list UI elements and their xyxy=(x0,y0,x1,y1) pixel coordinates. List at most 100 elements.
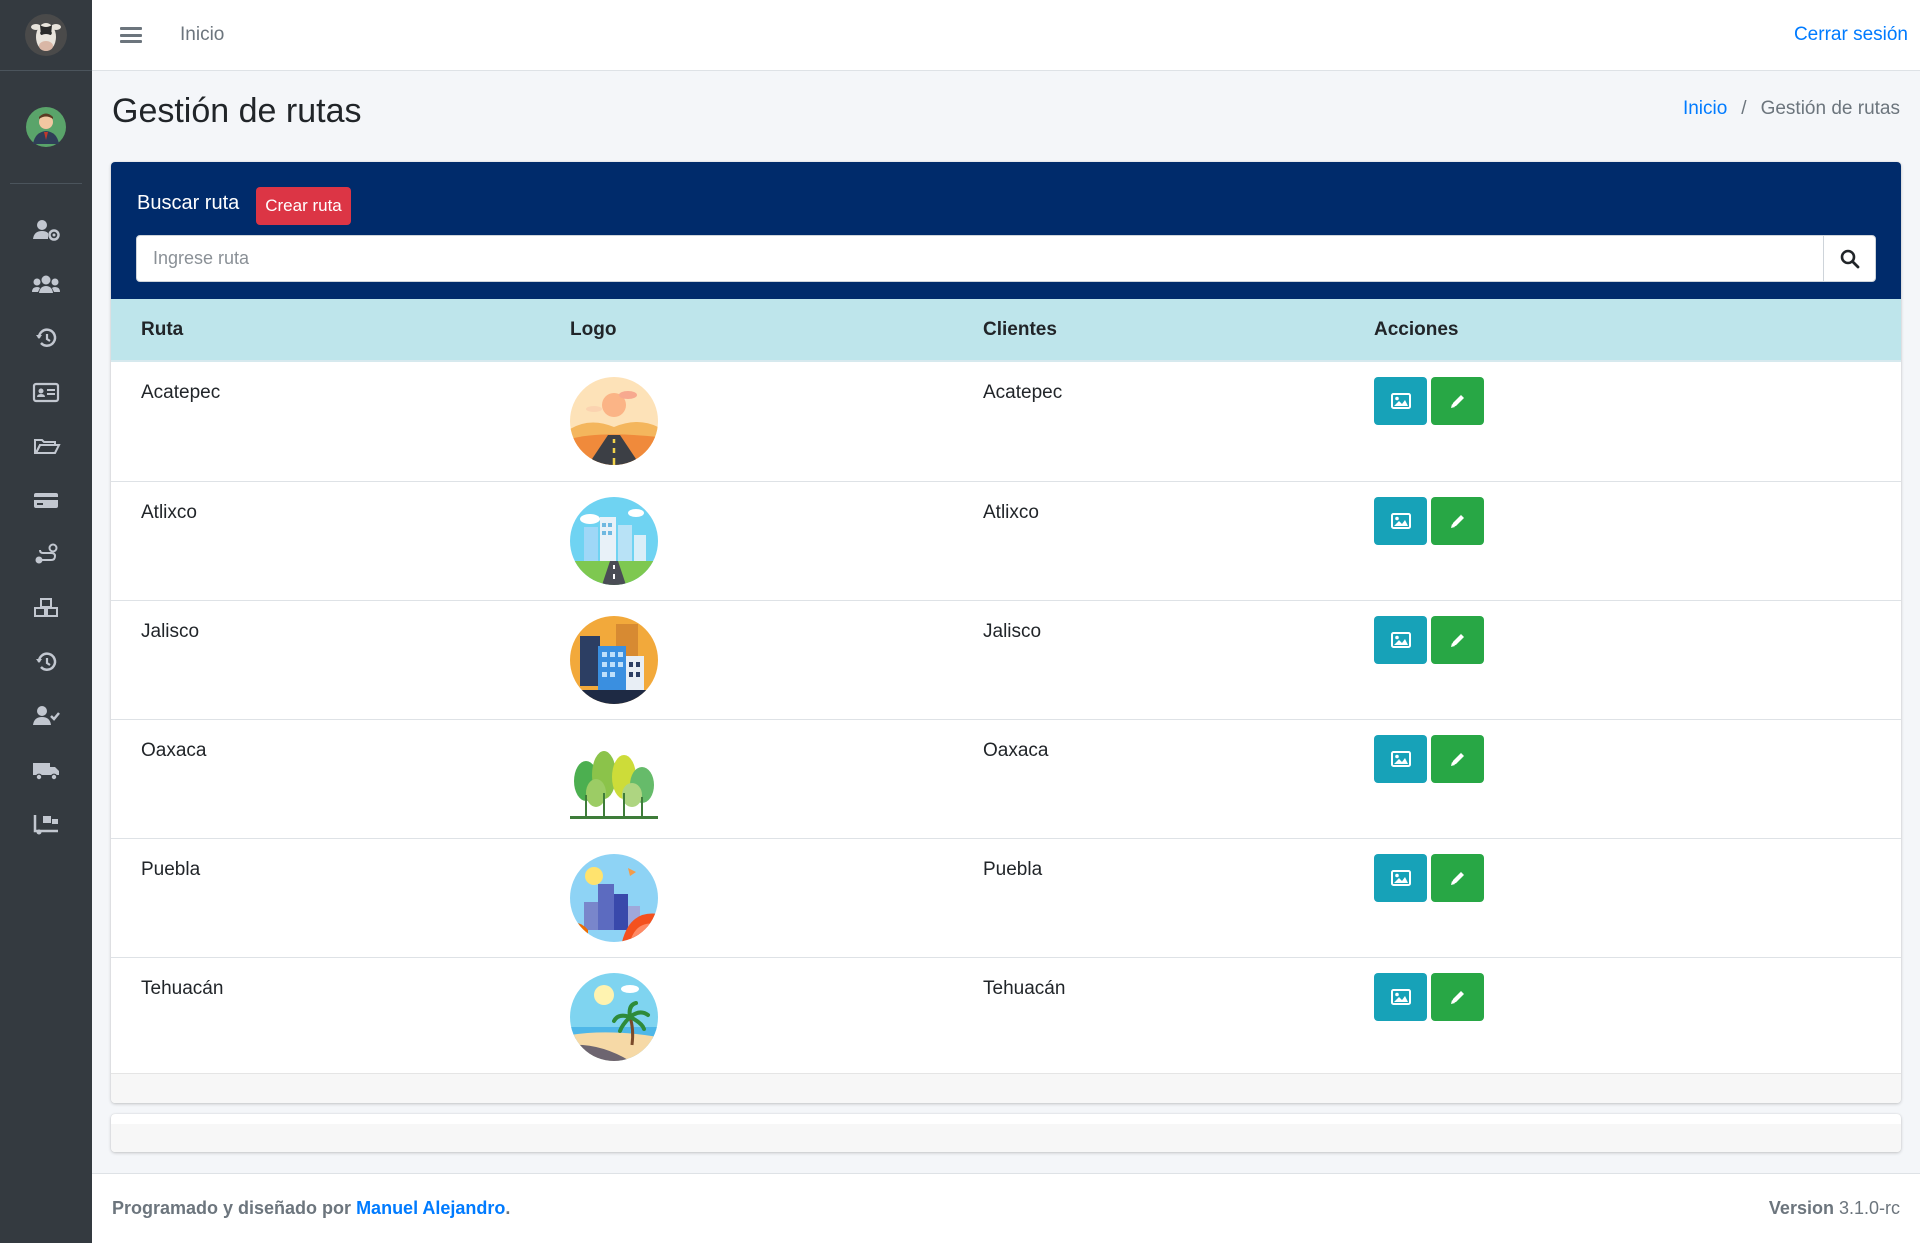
cell-clientes: Acatepec xyxy=(983,382,1063,403)
table-row: Jalisco Jalisco xyxy=(111,600,1901,719)
image-button[interactable] xyxy=(1374,616,1427,664)
breadcrumb: Inicio / Gestión de rutas xyxy=(1683,98,1900,120)
pencil-icon xyxy=(1450,395,1464,408)
credit-card-icon xyxy=(34,493,58,508)
table-header: Ruta Logo Clientes Acciones xyxy=(111,299,1901,362)
breadcrumb-separator: / xyxy=(1741,98,1747,119)
search-button[interactable] xyxy=(1823,236,1875,281)
row-actions xyxy=(1374,377,1484,425)
cell-clientes: Jalisco xyxy=(983,621,1042,642)
cell-ruta: Tehuacán xyxy=(141,978,224,999)
cell-clientes: Tehuacán xyxy=(983,978,1066,999)
logout-link[interactable]: Cerrar sesión xyxy=(1794,24,1908,46)
table-row: Oaxaca Oaxaca xyxy=(111,719,1901,838)
column-header-ruta[interactable]: Ruta xyxy=(141,319,183,341)
id-card-icon xyxy=(32,382,60,403)
road-sunset-logo-icon xyxy=(570,377,658,465)
create-route-button[interactable]: Crear ruta xyxy=(256,187,351,225)
image-icon xyxy=(1390,513,1411,529)
row-actions xyxy=(1374,497,1484,545)
edit-button[interactable] xyxy=(1431,735,1484,783)
brand-logo[interactable] xyxy=(0,0,92,71)
search-icon xyxy=(1840,249,1859,268)
sidebar-item-history-2[interactable] xyxy=(0,635,92,689)
footer-version: Version 3.1.0-rc xyxy=(1769,1198,1900,1219)
cell-clientes: Oaxaca xyxy=(983,740,1049,761)
column-header-acciones[interactable]: Acciones xyxy=(1374,319,1458,341)
image-icon xyxy=(1390,393,1411,409)
sidebar-item-id-card[interactable] xyxy=(0,365,92,419)
users-cog-icon xyxy=(33,220,60,241)
buildings-logo-icon xyxy=(570,616,658,704)
column-header-clientes[interactable]: Clientes xyxy=(983,319,1057,341)
sidebar-item-credit-card[interactable] xyxy=(0,473,92,527)
footer-prefix: Programado y diseñado por xyxy=(112,1198,352,1218)
image-icon xyxy=(1390,989,1411,1005)
image-button[interactable] xyxy=(1374,377,1427,425)
page-title: Gestión de rutas xyxy=(112,92,362,130)
table-row: Puebla Puebla xyxy=(111,838,1901,957)
image-icon xyxy=(1390,751,1411,767)
cell-clientes: Atlixco xyxy=(983,502,1039,523)
pencil-icon xyxy=(1450,515,1464,528)
card-footer xyxy=(111,1073,1901,1103)
edit-button[interactable] xyxy=(1431,973,1484,1021)
image-icon xyxy=(1390,870,1411,886)
pencil-icon xyxy=(1450,753,1464,766)
footer-author-link[interactable]: Manuel Alejandro xyxy=(356,1198,505,1218)
sidebar-item-truck-loading[interactable] xyxy=(0,797,92,851)
cell-ruta: Acatepec xyxy=(141,382,221,403)
menu-toggle-icon[interactable] xyxy=(120,24,142,46)
image-button[interactable] xyxy=(1374,497,1427,545)
image-icon xyxy=(1390,632,1411,648)
nav-home-link[interactable]: Inicio xyxy=(180,24,224,46)
footer-credits: Programado y diseñado por Manuel Alejand… xyxy=(112,1198,510,1219)
pencil-icon xyxy=(1450,872,1464,885)
column-header-logo[interactable]: Logo xyxy=(570,319,616,341)
sidebar-item-boxes[interactable] xyxy=(0,581,92,635)
edit-button[interactable] xyxy=(1431,497,1484,545)
sidebar-item-user-check[interactable] xyxy=(0,689,92,743)
breadcrumb-home-link[interactable]: Inicio xyxy=(1683,98,1727,120)
edit-button[interactable] xyxy=(1431,854,1484,902)
row-actions xyxy=(1374,973,1484,1021)
beach-palm-logo-icon xyxy=(570,973,658,1061)
edit-button[interactable] xyxy=(1431,377,1484,425)
sidebar-divider xyxy=(10,183,82,184)
edit-button[interactable] xyxy=(1431,616,1484,664)
cell-ruta: Jalisco xyxy=(141,621,200,642)
breadcrumb-current: Gestión de rutas xyxy=(1760,98,1900,119)
sidebar-item-users[interactable] xyxy=(0,257,92,311)
cell-ruta: Oaxaca xyxy=(141,740,207,761)
routes-card: Buscar ruta Crear ruta Ruta Logo Cliente… xyxy=(111,162,1901,1103)
image-button[interactable] xyxy=(1374,973,1427,1021)
table-body: Acatepec Acatepec Atlixco Atlixco Jalisc… xyxy=(111,362,1901,1076)
secondary-card xyxy=(111,1114,1901,1152)
cell-ruta: Atlixco xyxy=(141,502,197,523)
image-button[interactable] xyxy=(1374,854,1427,902)
image-button[interactable] xyxy=(1374,735,1427,783)
card-title: Buscar ruta xyxy=(137,192,240,214)
sidebar-item-users-cog[interactable] xyxy=(0,203,92,257)
cell-clientes: Puebla xyxy=(983,859,1043,880)
sidebar-item-truck[interactable] xyxy=(0,743,92,797)
card-header: Buscar ruta Crear ruta xyxy=(111,162,1901,299)
avatar-icon xyxy=(26,107,66,147)
row-actions xyxy=(1374,616,1484,664)
user-check-icon xyxy=(33,706,60,725)
boxes-icon xyxy=(34,598,58,617)
search-input[interactable] xyxy=(137,236,1823,281)
top-navbar: Inicio Cerrar sesión xyxy=(92,0,1920,71)
sidebar-item-history[interactable] xyxy=(0,311,92,365)
trees-logo-icon xyxy=(570,735,658,823)
cow-logo-icon xyxy=(25,14,67,56)
cell-ruta: Puebla xyxy=(141,859,201,880)
sidebar-item-route[interactable] xyxy=(0,527,92,581)
pencil-icon xyxy=(1450,634,1464,647)
user-avatar[interactable] xyxy=(0,71,92,183)
route-icon xyxy=(35,543,58,564)
city-road-logo-icon xyxy=(570,497,658,585)
table-row: Tehuacán Tehuacán xyxy=(111,957,1901,1076)
table-row: Acatepec Acatepec xyxy=(111,362,1901,481)
sidebar-item-folder[interactable] xyxy=(0,419,92,473)
